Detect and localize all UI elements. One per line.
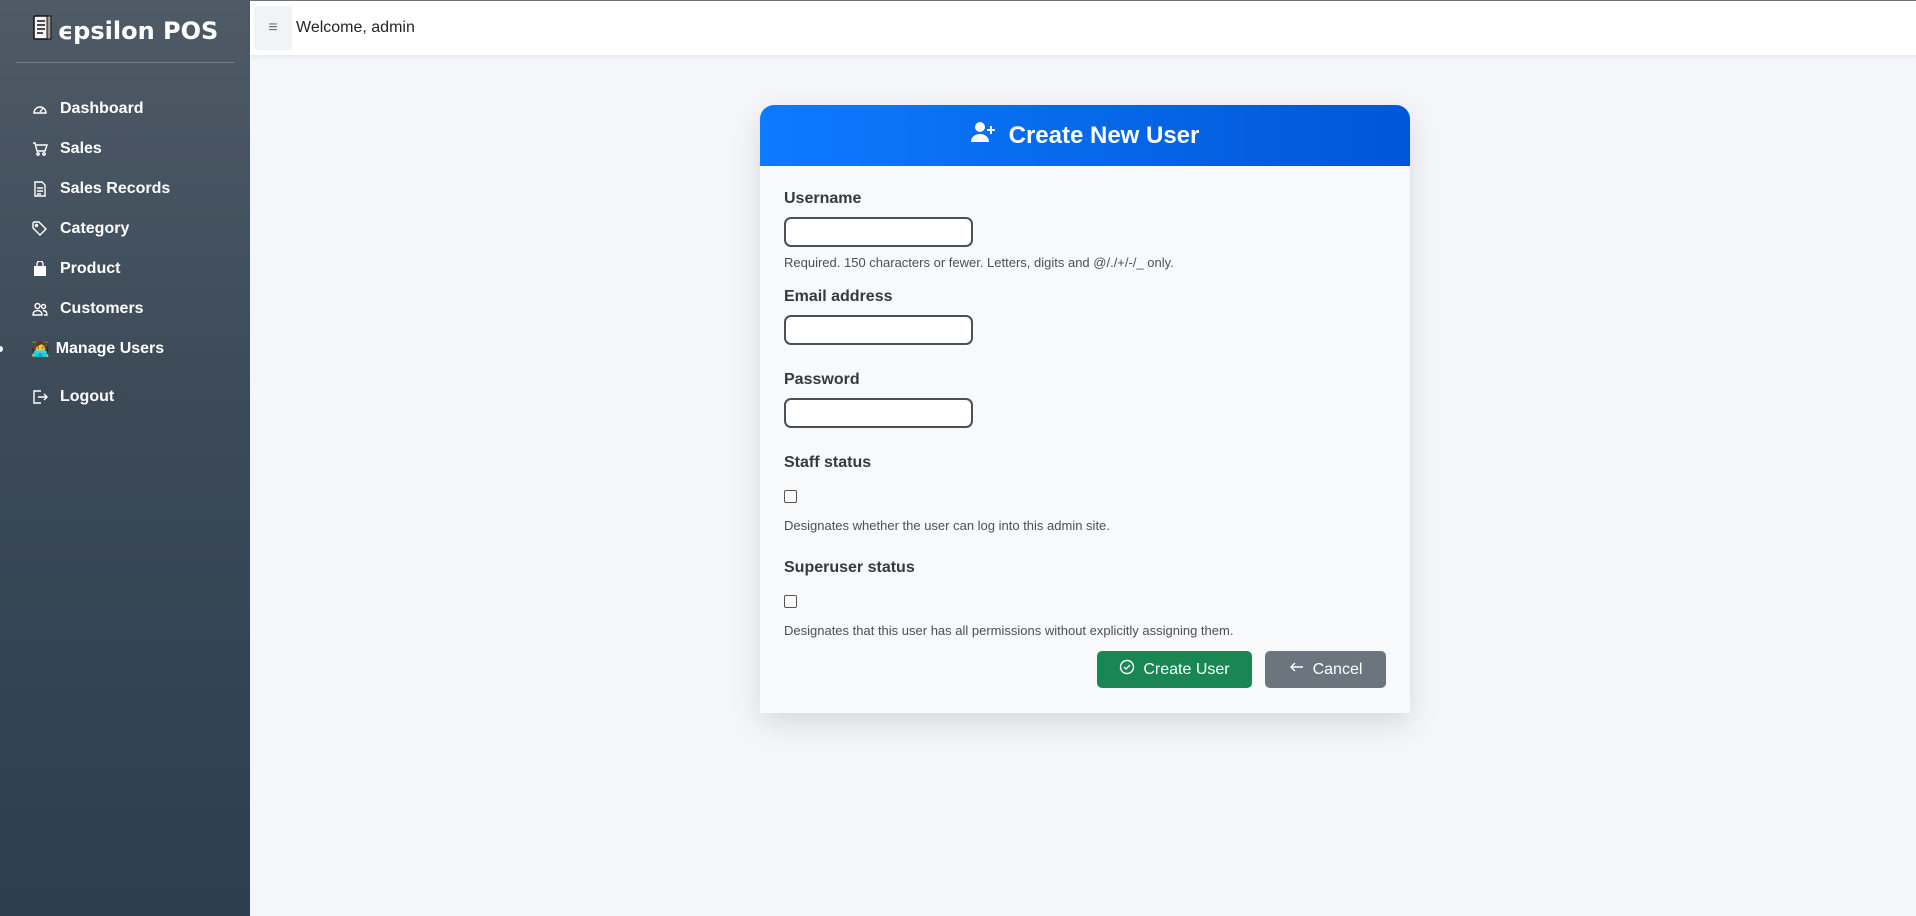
sidebar-item-label: Dashboard (60, 100, 144, 117)
password-label: Password (784, 371, 860, 388)
staff-status-label: Staff status (784, 454, 872, 471)
arrow-left-icon (1289, 659, 1305, 680)
hamburger-icon: ≡ (268, 19, 278, 36)
username-input[interactable] (784, 217, 973, 247)
sidebar-item-label: Product (60, 260, 121, 277)
password-input[interactable] (784, 398, 973, 428)
sidebar-toggle-button[interactable]: ≡ (254, 6, 292, 50)
form-actions: Create User Cancel (1097, 651, 1386, 688)
superuser-status-help: Designates that this user has all permis… (784, 623, 1234, 638)
logout-icon (31, 388, 49, 406)
sidebar-item-logout[interactable]: Logout (0, 377, 250, 417)
create-user-button[interactable]: Create User (1097, 651, 1252, 688)
create-user-card: Create New User Username Required. 150 c… (760, 105, 1410, 713)
sidebar-nav: Dashboard Sales Sales Records Category P… (0, 89, 250, 417)
sidebar-item-product[interactable]: Product (0, 249, 250, 289)
staff-status-checkbox[interactable] (784, 490, 797, 503)
active-bullet (0, 346, 3, 352)
sidebar-item-manage-users[interactable]: 🧑‍💻 Manage Users (0, 329, 250, 369)
sidebar-item-dashboard[interactable]: Dashboard (0, 89, 250, 129)
brand[interactable]: ϵpsilon POS (0, 0, 250, 62)
tags-icon (31, 220, 49, 238)
cancel-label: Cancel (1312, 660, 1363, 678)
check-circle-icon (1119, 659, 1135, 680)
email-input[interactable] (784, 315, 973, 345)
welcome-text: Welcome, admin (296, 19, 415, 36)
document-icon (31, 180, 49, 198)
sidebar-item-label: Manage Users (55, 340, 165, 357)
cancel-button[interactable]: Cancel (1265, 651, 1386, 688)
user-form: Username Required. 150 characters or few… (760, 166, 1410, 638)
technologist-emoji-icon: 🧑‍💻 (31, 340, 50, 358)
sidebar: ϵpsilon POS Dashboard Sales Sales Record… (0, 0, 250, 916)
sidebar-item-label: Customers (60, 300, 144, 317)
sidebar-item-label: Logout (60, 388, 115, 405)
card-header: Create New User (760, 105, 1410, 166)
receipt-icon (32, 15, 52, 47)
speedometer-icon (31, 100, 49, 118)
sidebar-item-sales-records[interactable]: Sales Records (0, 169, 250, 209)
card-title: Create New User (1008, 121, 1200, 149)
email-label: Email address (784, 288, 893, 305)
sidebar-item-label: Category (60, 220, 130, 237)
username-label: Username (784, 190, 862, 207)
people-icon (31, 300, 49, 318)
sidebar-item-customers[interactable]: Customers (0, 289, 250, 329)
cart-icon (31, 140, 49, 158)
staff-status-help: Designates whether the user can log into… (784, 518, 1110, 533)
username-help: Required. 150 characters or fewer. Lette… (784, 255, 1174, 270)
superuser-status-checkbox[interactable] (784, 595, 797, 608)
topbar: ≡ Welcome, admin (250, 0, 1916, 55)
user-plus-icon (970, 121, 997, 150)
bag-icon (31, 260, 49, 278)
brand-name: ϵpsilon POS (57, 17, 219, 45)
sidebar-item-sales[interactable]: Sales (0, 129, 250, 169)
create-user-label: Create User (1143, 660, 1230, 678)
sidebar-item-label: Sales Records (60, 180, 171, 197)
sidebar-item-category[interactable]: Category (0, 209, 250, 249)
brand-divider (16, 62, 234, 63)
superuser-status-label: Superuser status (784, 559, 915, 576)
sidebar-item-label: Sales (60, 140, 102, 157)
